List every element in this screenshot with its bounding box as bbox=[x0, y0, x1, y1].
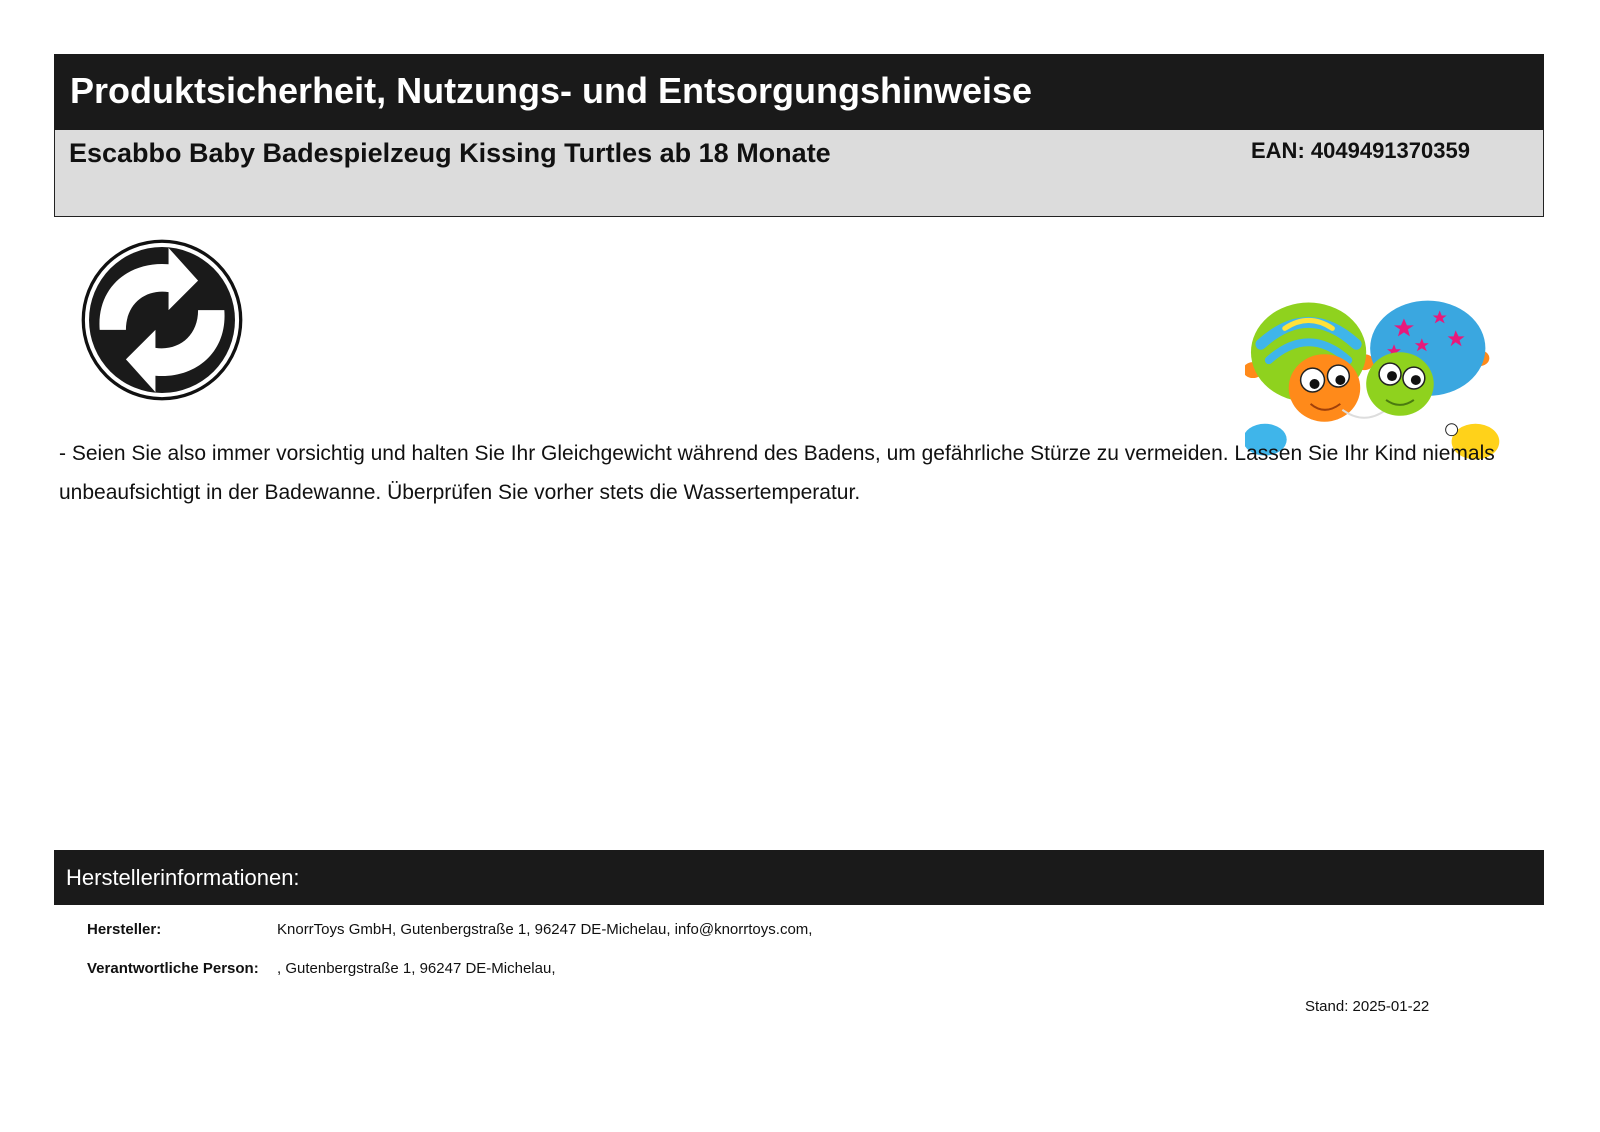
responsible-person-label: Verantwortliche Person: bbox=[87, 960, 259, 977]
header-bar: Produktsicherheit, Nutzungs- und Entsorg… bbox=[54, 54, 1544, 130]
product-ean: EAN: 4049491370359 bbox=[1251, 138, 1470, 163]
manufacturer-value: KnorrToys GmbH, Gutenbergstraße 1, 96247… bbox=[277, 921, 813, 938]
manufacturer-section-header: Herstellerinformationen: bbox=[54, 850, 1544, 905]
responsible-person-value: , Gutenbergstraße 1, 96247 DE-Michelau, bbox=[277, 960, 556, 977]
green-dot-recycling-icon bbox=[81, 239, 243, 401]
safety-notice: - Seien Sie also immer vorsichtig und ha… bbox=[59, 442, 1495, 504]
page-title: Produktsicherheit, Nutzungs- und Entsorg… bbox=[70, 70, 1033, 111]
manufacturer-section-title: Herstellerinformationen: bbox=[66, 865, 300, 890]
stand-date: Stand: 2025-01-22 bbox=[1305, 998, 1430, 1015]
manufacturer-label: Hersteller: bbox=[87, 921, 162, 938]
product-name: Escabbo Baby Badespielzeug Kissing Turtl… bbox=[69, 138, 831, 168]
product-bar: Escabbo Baby Badespielzeug Kissing Turtl… bbox=[54, 130, 1544, 217]
